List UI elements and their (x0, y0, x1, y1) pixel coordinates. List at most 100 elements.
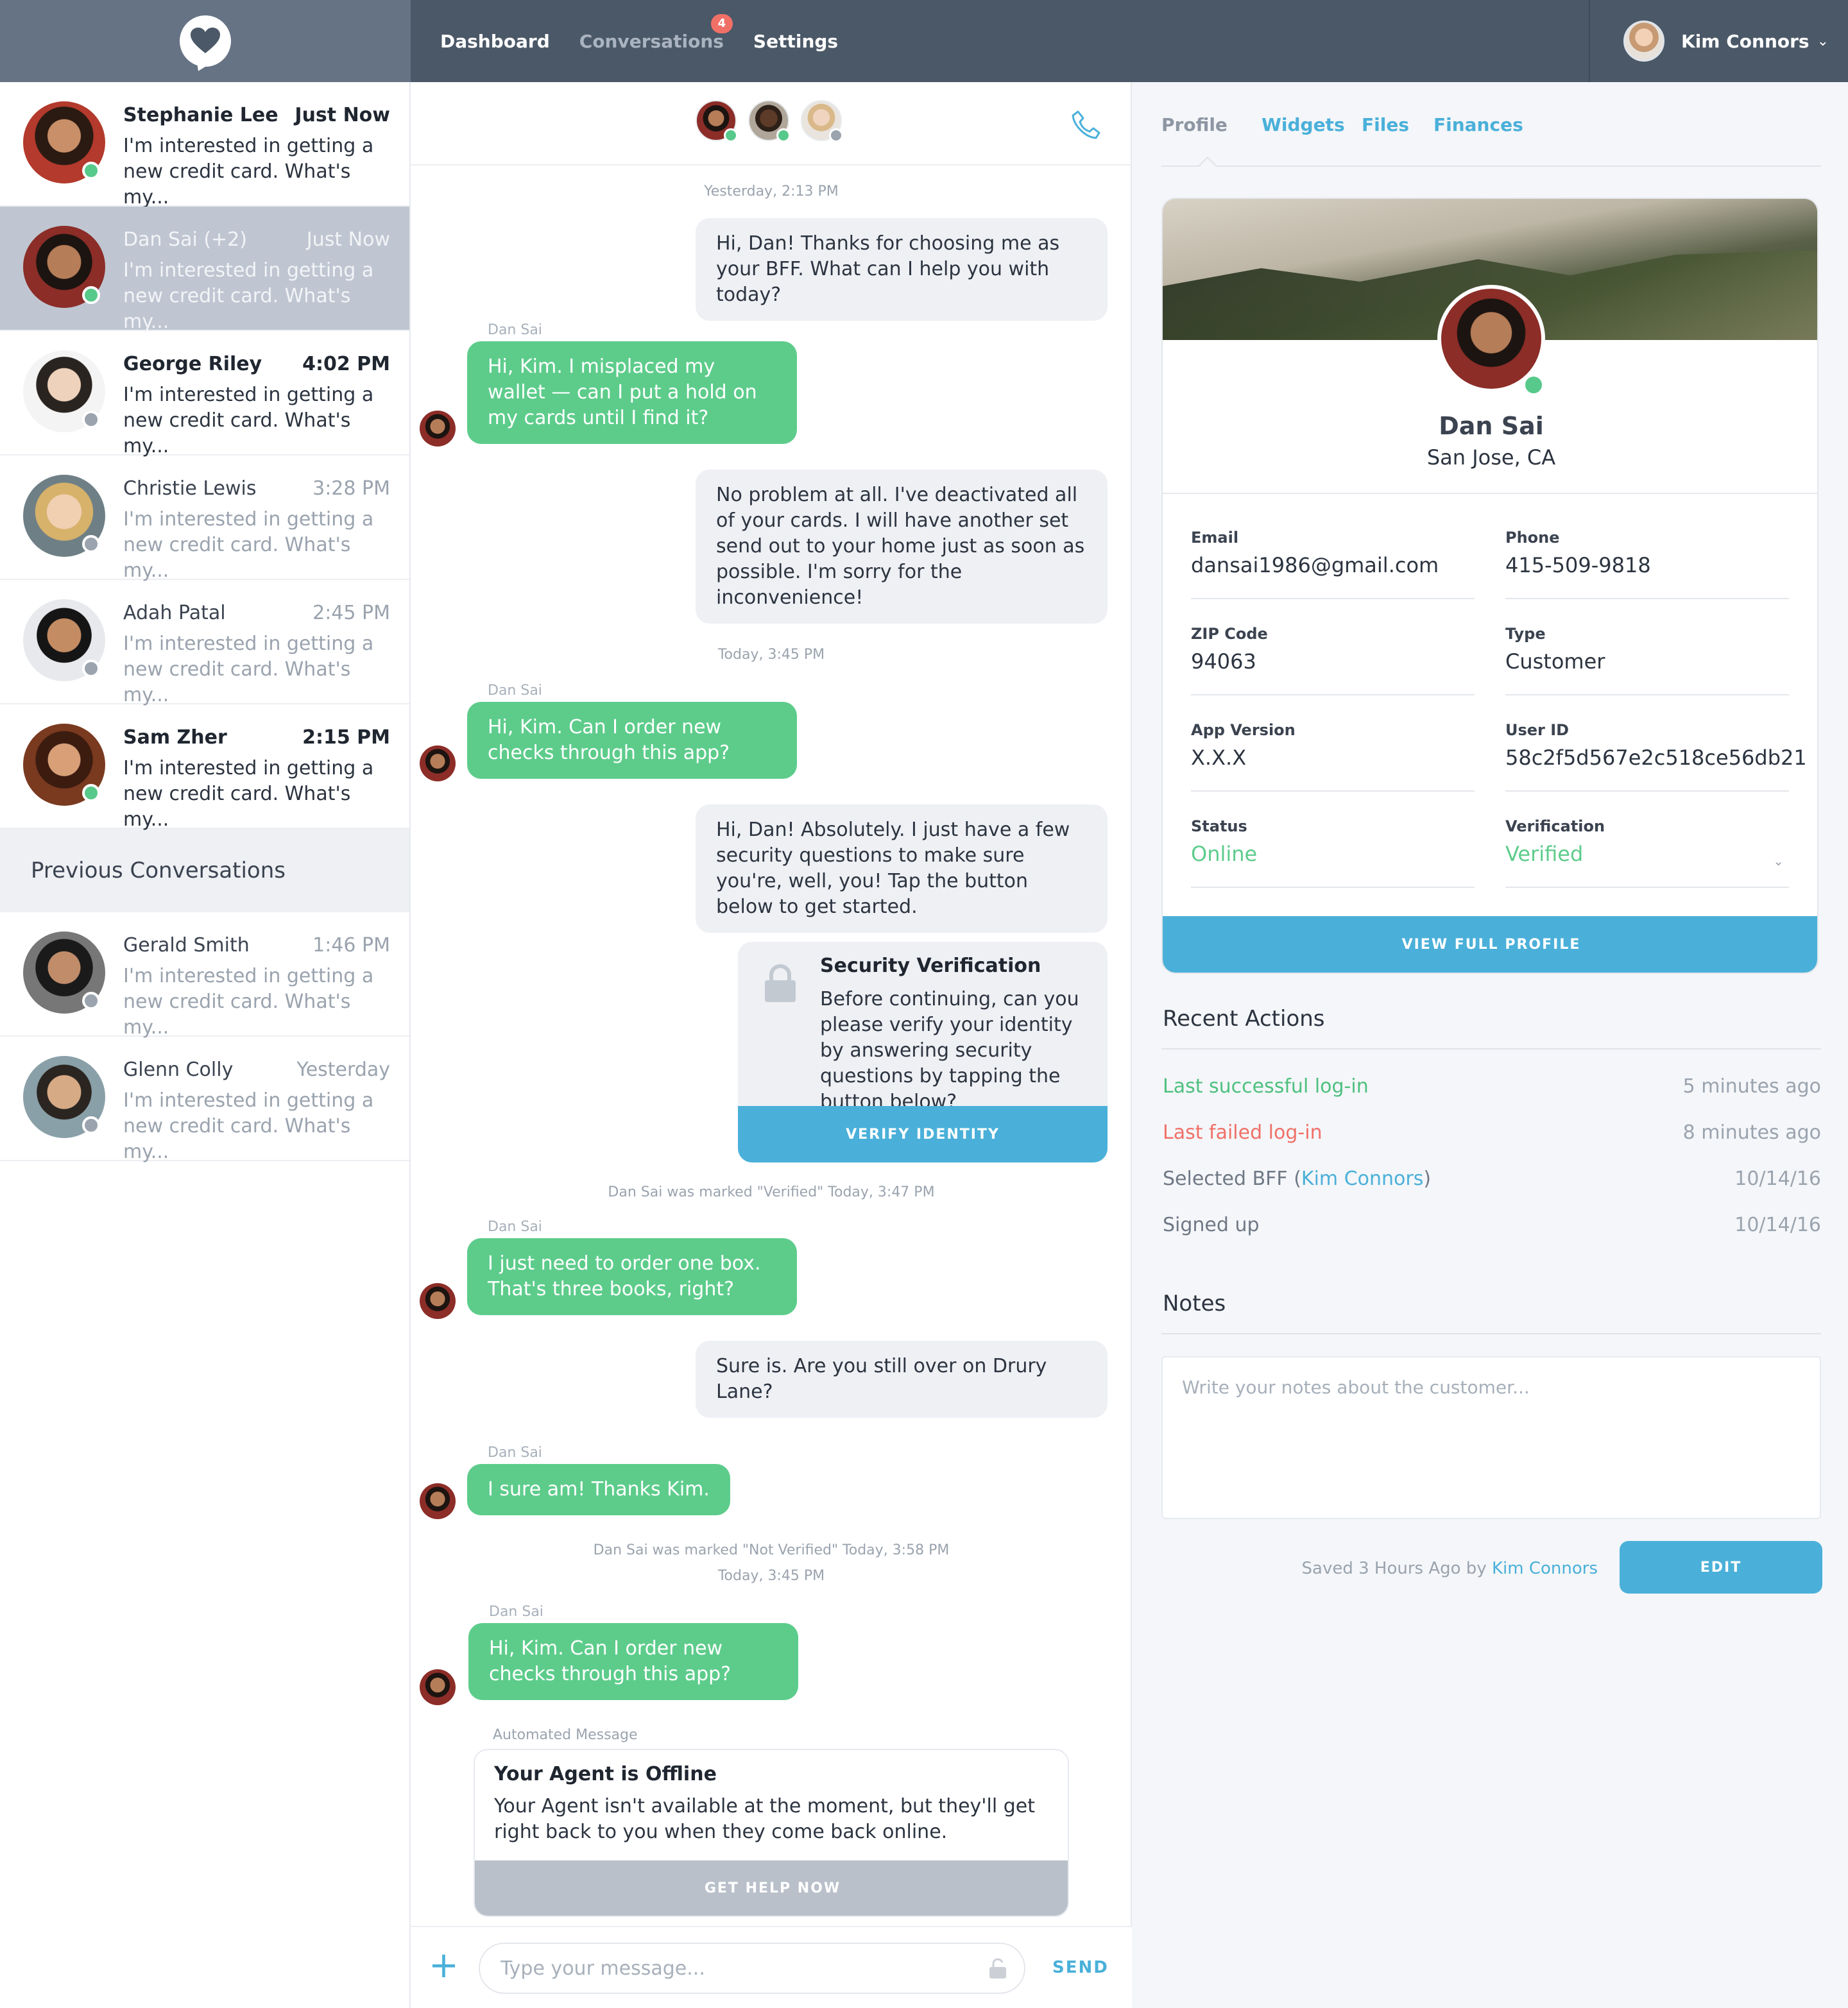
conversation-item-active[interactable]: Dan Sai (+2) Just Now I'm interested in … (0, 207, 409, 333)
divider (1161, 1048, 1821, 1050)
timestamp: Today, 3:45 PM (717, 1568, 825, 1584)
saved-prefix: Saved 3 Hours Ago by (1301, 1559, 1492, 1578)
nav-conversations[interactable]: Conversations 4 (579, 13, 733, 52)
customer-message: I just need to order one box. That's thr… (467, 1238, 797, 1315)
edit-button[interactable]: EDIT (1620, 1541, 1822, 1594)
send-button[interactable]: SEND (1052, 1958, 1109, 1977)
conversation-preview: I'm interested in getting a new credit c… (123, 757, 374, 831)
profile-location: San Jose, CA (1426, 445, 1556, 470)
offline-status-dot (82, 992, 100, 1010)
get-help-now-button[interactable]: GET HELP NOW (475, 1860, 1068, 1916)
timestamp: Today, 3:45 PM (717, 647, 825, 663)
conversation-item[interactable]: Adah Patal 2:45 PM I'm interested in get… (0, 580, 409, 706)
online-status-dot (82, 784, 100, 802)
tab-files[interactable]: Files (1362, 114, 1409, 135)
offline-status-dot (82, 535, 100, 553)
customer-avatar (420, 1483, 456, 1519)
conversation-item[interactable]: Gerald Smith 1:46 PM I'm interested in g… (0, 912, 409, 1039)
field-label: Status (1191, 817, 1247, 835)
user-menu[interactable]: Kim Connors ⌄ (1589, 0, 1848, 82)
conversation-time: 3:28 PM (312, 477, 390, 500)
conversation-time: 1:46 PM (312, 934, 390, 957)
online-status-dot (1522, 373, 1545, 396)
nav-dashboard[interactable]: Dashboard (440, 31, 550, 52)
field-value: X.X.X (1191, 745, 1247, 770)
offline-title: Your Agent is Offline (494, 1763, 717, 1785)
message-composer: + SEND (411, 1926, 1132, 2008)
nav-conversations-label: Conversations (579, 30, 724, 52)
tab-widgets[interactable]: Widgets (1262, 114, 1345, 135)
conversation-item[interactable]: Sam Zher 2:15 PM I'm interested in getti… (0, 704, 409, 831)
customer-avatar (420, 745, 456, 781)
tab-profile[interactable]: Profile (1161, 114, 1228, 135)
customer-avatar (420, 1283, 456, 1319)
view-full-profile-button[interactable]: VIEW FULL PROFILE (1163, 916, 1817, 973)
status-field: Status Online (1191, 792, 1475, 888)
conversation-preview: I'm interested in getting a new credit c… (123, 135, 374, 208)
conversation-time: 2:15 PM (302, 726, 390, 749)
email-field: Email dansai1986@gmail.com (1191, 503, 1475, 599)
chevron-down-icon: ⌄ (1817, 33, 1829, 49)
active-tab-caret (1198, 156, 1217, 175)
customer-message: I sure am! Thanks Kim. (467, 1464, 730, 1515)
offline-body: Your Agent isn't available at the moment… (494, 1795, 1036, 1843)
conversation-name: Dan Sai (+2) (123, 228, 247, 251)
lock-icon (765, 964, 796, 1002)
user-avatar (1623, 21, 1664, 62)
sender-name: Dan Sai (488, 322, 542, 338)
chevron-down-icon: ⌄ (1773, 853, 1784, 869)
conversation-item[interactable]: Christie Lewis 3:28 PM I'm interested in… (0, 455, 409, 582)
action-label: Signed up (1163, 1214, 1260, 1236)
participant-avatar[interactable] (801, 100, 843, 142)
conversation-time: Just Now (306, 228, 390, 251)
verification-select[interactable]: Verification Verified ⌄ (1505, 792, 1789, 888)
verification-body: Before continuing, can you please verify… (820, 988, 1079, 1113)
timestamp: Yesterday, 2:13 PM (704, 183, 839, 200)
participant-avatar[interactable] (748, 100, 791, 142)
unlock-icon[interactable] (987, 1958, 1009, 1980)
previous-conversations-heading: Previous Conversations (0, 829, 409, 912)
chat-pane: Yesterday, 2:13 PM Hi, Dan! Thanks for c… (411, 82, 1132, 2008)
sender-name: Dan Sai (488, 1445, 542, 1461)
profile-name: Dan Sai (1439, 412, 1544, 440)
profile-tabs: Profile Widgets Files Finances (1161, 105, 1821, 175)
heart-chat-icon (180, 15, 231, 67)
verify-identity-button[interactable]: VERIFY IDENTITY (738, 1106, 1108, 1162)
recent-action-row: Selected BFF (Kim Connors) 10/14/16 (1163, 1168, 1821, 1198)
conversation-list: Stephanie Lee Just Now I'm interested in… (0, 82, 411, 2008)
message-input[interactable] (479, 1943, 1025, 1994)
saved-by-link[interactable]: Kim Connors (1492, 1559, 1598, 1578)
app-version-field: App Version X.X.X (1191, 695, 1475, 792)
offline-status-dot (82, 659, 100, 677)
conversation-time: Just Now (295, 104, 390, 126)
customer-avatar (420, 1669, 456, 1705)
profile-card: Dan Sai San Jose, CA Email dansai1986@gm… (1161, 198, 1818, 974)
customer-message: Hi, Kim. Can I order new checks through … (468, 1623, 798, 1700)
conversation-item[interactable]: Glenn Colly Yesterday I'm interested in … (0, 1037, 409, 1163)
field-value: Online (1191, 842, 1258, 866)
divider (1163, 493, 1817, 494)
participant-avatar[interactable] (696, 100, 738, 142)
app-logo[interactable] (0, 0, 411, 82)
zip-code-field: ZIP Code 94063 (1191, 599, 1475, 695)
nav-settings[interactable]: Settings (753, 31, 838, 52)
notes-textarea[interactable] (1161, 1356, 1821, 1519)
agent-message: Sure is. Are you still over on Drury Lan… (696, 1341, 1108, 1418)
conversation-item[interactable]: Stephanie Lee Just Now I'm interested in… (0, 82, 409, 208)
conversation-preview: I'm interested in getting a new credit c… (123, 1089, 374, 1163)
action-time: 10/14/16 (1734, 1214, 1821, 1236)
plus-icon[interactable]: + (429, 1946, 459, 1985)
conversation-name: Sam Zher (123, 726, 227, 749)
agent-message: Hi, Dan! Absolutely. I just have a few s… (696, 804, 1108, 933)
action-label: Selected BFF (Kim Connors) (1163, 1168, 1431, 1190)
type-field: Type Customer (1505, 599, 1789, 695)
phone-field: Phone 415-509-9818 (1505, 503, 1789, 599)
conversation-preview: I'm interested in getting a new credit c… (123, 384, 374, 457)
recent-actions-title: Recent Actions (1163, 1006, 1325, 1032)
phone-icon[interactable] (1069, 108, 1102, 141)
tab-finances[interactable]: Finances (1433, 114, 1523, 135)
recent-action-row: Last failed log-in 8 minutes ago (1163, 1121, 1821, 1152)
conversation-item[interactable]: George Riley 4:02 PM I'm interested in g… (0, 331, 409, 457)
field-value: Verified (1505, 842, 1584, 866)
bff-link[interactable]: Kim Connors (1301, 1168, 1423, 1190)
